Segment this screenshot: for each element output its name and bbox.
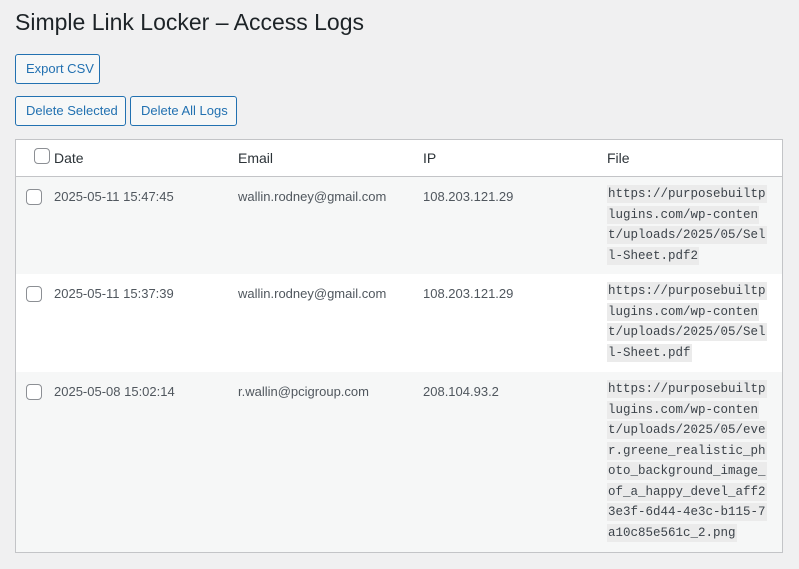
row-email: wallin.rodney@gmail.com (238, 286, 387, 301)
export-csv-button[interactable]: Export CSV (15, 54, 100, 84)
row-email: r.wallin@pcigroup.com (238, 384, 369, 399)
row-file: https://purposebuiltplugins.com/wp-conte… (607, 281, 773, 363)
column-header-file: File (607, 150, 630, 166)
page-title: Simple Link Locker – Access Logs (15, 9, 365, 35)
row-date: 2025-05-11 15:37:39 (54, 286, 174, 301)
table-row: 2025-05-11 15:37:39 wallin.rodney@gmail.… (16, 274, 782, 372)
row-checkbox[interactable] (26, 384, 42, 400)
delete-all-logs-button[interactable]: Delete All Logs (130, 96, 237, 126)
row-ip: 108.203.121.29 (423, 189, 514, 204)
row-ip: 208.104.93.2 (423, 384, 499, 399)
row-checkbox[interactable] (26, 286, 42, 302)
table-row: 2025-05-08 15:02:14 r.wallin@pcigroup.co… (16, 372, 782, 552)
row-file: https://purposebuiltplugins.com/wp-conte… (607, 379, 773, 543)
logs-table: Date Email IP File 2025-05-11 15:47:45 w… (15, 139, 783, 553)
row-ip: 108.203.121.29 (423, 286, 514, 301)
row-file: https://purposebuiltplugins.com/wp-conte… (607, 184, 773, 266)
column-header-ip: IP (423, 150, 437, 166)
delete-selected-button[interactable]: Delete Selected (15, 96, 126, 126)
column-header-email: Email (238, 150, 274, 166)
row-date: 2025-05-08 15:02:14 (54, 384, 175, 399)
row-checkbox[interactable] (26, 189, 42, 205)
table-header: Date Email IP File (16, 140, 782, 177)
table-row: 2025-05-11 15:47:45 wallin.rodney@gmail.… (16, 177, 782, 274)
row-email: wallin.rodney@gmail.com (238, 189, 387, 204)
row-file-url: https://purposebuiltplugins.com/wp-conte… (607, 282, 767, 362)
row-file-url: https://purposebuiltplugins.com/wp-conte… (607, 380, 767, 542)
row-date: 2025-05-11 15:47:45 (54, 189, 174, 204)
row-file-url: https://purposebuiltplugins.com/wp-conte… (607, 185, 767, 265)
select-all-checkbox[interactable] (34, 148, 50, 164)
column-header-date: Date (54, 150, 84, 166)
